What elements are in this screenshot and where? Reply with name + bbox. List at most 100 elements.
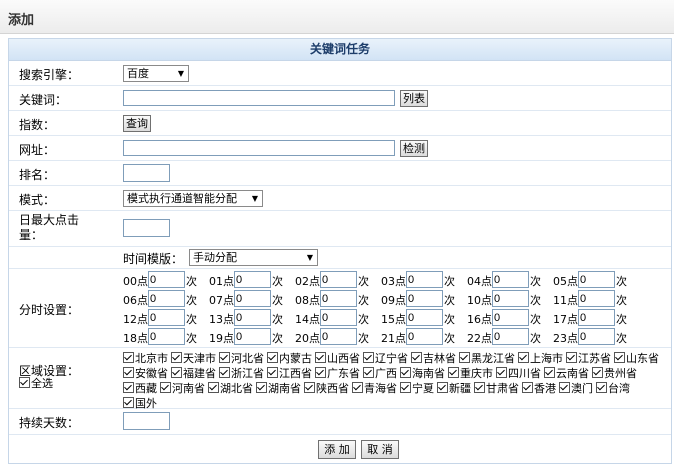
region-checkbox[interactable]: 天津市 bbox=[171, 352, 216, 366]
region-checkbox[interactable]: 湖南省 bbox=[256, 382, 301, 396]
index-label: 指数： bbox=[19, 118, 56, 132]
list-button[interactable]: 列表 bbox=[400, 90, 428, 107]
region-label: 重庆市 bbox=[460, 367, 493, 380]
url-input[interactable] bbox=[123, 140, 395, 156]
region-checkbox[interactable]: 甘肃省 bbox=[474, 382, 519, 396]
hour-count-input[interactable] bbox=[148, 271, 185, 288]
region-checkbox[interactable]: 贵州省 bbox=[592, 367, 637, 381]
hour-count-input[interactable] bbox=[320, 271, 357, 288]
region-checkbox[interactable]: 陕西省 bbox=[304, 382, 349, 396]
region-checkbox[interactable]: 江西省 bbox=[267, 367, 312, 381]
hour-count-input[interactable] bbox=[234, 328, 271, 345]
region-checkbox[interactable]: 台湾 bbox=[596, 382, 630, 396]
region-checkbox[interactable]: 安徽省 bbox=[123, 367, 168, 381]
hour-count-input[interactable] bbox=[406, 309, 443, 326]
region-checkbox[interactable]: 云南省 bbox=[544, 367, 589, 381]
region-row: 区域设置： 全选 北京市 天津市 河北省 内蒙古 山西省 辽宁省 吉林省 黑龙江省 上海市 江苏省… bbox=[9, 348, 671, 410]
add-button[interactable]: 添 加 bbox=[318, 440, 356, 459]
rank-input[interactable] bbox=[123, 164, 170, 182]
region-label: 新疆 bbox=[449, 382, 471, 395]
select-all-checkbox[interactable]: 全选 bbox=[19, 377, 53, 391]
region-checkbox[interactable]: 山西省 bbox=[315, 352, 360, 366]
hour-label: 22点 bbox=[467, 332, 492, 345]
region-checkbox[interactable]: 北京市 bbox=[123, 352, 168, 366]
region-checkbox[interactable]: 新疆 bbox=[437, 382, 471, 396]
checkbox-checked-icon bbox=[267, 367, 278, 378]
hour-count-input[interactable] bbox=[148, 290, 185, 307]
region-checkbox[interactable]: 黑龙江省 bbox=[459, 352, 515, 366]
hour-count-input[interactable] bbox=[492, 328, 529, 345]
region-label: 黑龙江省 bbox=[471, 352, 515, 365]
hour-label: 18点 bbox=[123, 332, 148, 345]
days-row: 持续天数： bbox=[9, 409, 671, 435]
region-checkbox[interactable]: 上海市 bbox=[518, 352, 563, 366]
hour-count-input[interactable] bbox=[234, 271, 271, 288]
checkbox-checked-icon bbox=[315, 352, 326, 363]
engine-select[interactable]: 百度 ▼ bbox=[123, 65, 189, 82]
hour-label: 00点 bbox=[123, 275, 148, 288]
detect-button[interactable]: 检测 bbox=[400, 140, 428, 157]
hour-count-input[interactable] bbox=[492, 271, 529, 288]
hour-label: 07点 bbox=[209, 294, 234, 307]
region-checkbox[interactable]: 广东省 bbox=[315, 367, 360, 381]
region-checkbox[interactable]: 青海省 bbox=[352, 382, 397, 396]
region-checkbox[interactable]: 山东省 bbox=[614, 352, 659, 366]
hour-count-input[interactable] bbox=[148, 328, 185, 345]
region-label: 广西 bbox=[375, 367, 397, 380]
hour-count-input[interactable] bbox=[406, 271, 443, 288]
hour-count-input[interactable] bbox=[148, 309, 185, 326]
hour-count-input[interactable] bbox=[492, 309, 529, 326]
hour-count-input[interactable] bbox=[578, 328, 615, 345]
hour-count-input[interactable] bbox=[234, 290, 271, 307]
hour-count-input[interactable] bbox=[234, 309, 271, 326]
hour-count-input[interactable] bbox=[406, 290, 443, 307]
region-checkbox[interactable]: 内蒙古 bbox=[267, 352, 312, 366]
hour-unit: 次 bbox=[616, 313, 627, 326]
task-form-panel: 关键词任务 搜索引擎： 百度 ▼ 关键词： 列表 指数： 查询 网址： 检测 排… bbox=[8, 38, 672, 464]
region-label: 福建省 bbox=[183, 367, 216, 380]
hour-count-input[interactable] bbox=[320, 309, 357, 326]
region-checkbox[interactable]: 吉林省 bbox=[411, 352, 456, 366]
hour-label: 08点 bbox=[295, 294, 320, 307]
dropdown-arrow-icon: ▼ bbox=[306, 253, 313, 262]
region-checkbox[interactable]: 澳门 bbox=[559, 382, 593, 396]
keyword-row: 关键词： 列表 bbox=[9, 86, 671, 111]
keyword-input[interactable] bbox=[123, 90, 395, 106]
hour-count-input[interactable] bbox=[578, 290, 615, 307]
region-checkbox[interactable]: 重庆市 bbox=[448, 367, 493, 381]
region-checkbox[interactable]: 宁夏 bbox=[400, 382, 434, 396]
query-button[interactable]: 查询 bbox=[123, 115, 151, 132]
cancel-button[interactable]: 取 消 bbox=[361, 440, 399, 459]
template-select[interactable]: 手动分配 ▼ bbox=[189, 249, 318, 266]
region-label: 天津市 bbox=[183, 352, 216, 365]
region-checkbox[interactable]: 湖北省 bbox=[208, 382, 253, 396]
days-input[interactable] bbox=[123, 412, 170, 430]
region-checkbox[interactable]: 河北省 bbox=[219, 352, 264, 366]
hour-unit: 次 bbox=[358, 294, 369, 307]
region-checkbox[interactable]: 四川省 bbox=[496, 367, 541, 381]
hour-count-input[interactable] bbox=[578, 309, 615, 326]
mode-select[interactable]: 模式执行通道智能分配 ▼ bbox=[123, 190, 263, 207]
hour-unit: 次 bbox=[616, 332, 627, 345]
region-checkbox[interactable]: 浙江省 bbox=[219, 367, 264, 381]
region-checkbox[interactable]: 海南省 bbox=[400, 367, 445, 381]
region-checkbox[interactable]: 河南省 bbox=[160, 382, 205, 396]
region-checkbox[interactable]: 江苏省 bbox=[566, 352, 611, 366]
hour-count-input[interactable] bbox=[320, 328, 357, 345]
hour-unit: 次 bbox=[444, 294, 455, 307]
hour-count-input[interactable] bbox=[406, 328, 443, 345]
hour-count-input[interactable] bbox=[492, 290, 529, 307]
url-row: 网址： 检测 bbox=[9, 136, 671, 161]
index-row: 指数： 查询 bbox=[9, 111, 671, 136]
hour-label: 23点 bbox=[553, 332, 578, 345]
region-checkbox[interactable]: 福建省 bbox=[171, 367, 216, 381]
hour-count-input[interactable] bbox=[320, 290, 357, 307]
hour-unit: 次 bbox=[444, 332, 455, 345]
checkbox-checked-icon bbox=[19, 377, 30, 388]
max-clicks-input[interactable] bbox=[123, 219, 170, 237]
region-checkbox[interactable]: 广西 bbox=[363, 367, 397, 381]
region-checkbox[interactable]: 辽宁省 bbox=[363, 352, 408, 366]
region-checkbox[interactable]: 香港 bbox=[522, 382, 556, 396]
hour-count-input[interactable] bbox=[578, 271, 615, 288]
region-checkbox[interactable]: 西藏 bbox=[123, 382, 157, 396]
